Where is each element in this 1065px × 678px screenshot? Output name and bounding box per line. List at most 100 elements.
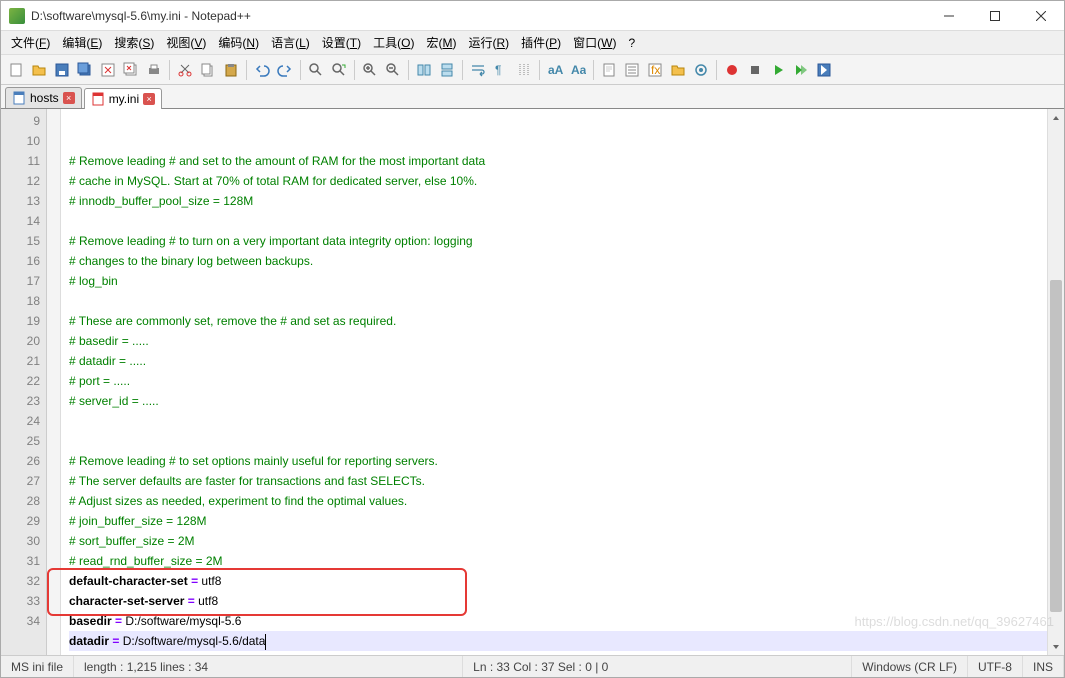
menu-settings[interactable]: 设置(T) — [316, 31, 367, 54]
window-title: D:\software\mysql-5.6\my.ini - Notepad++ — [31, 9, 926, 23]
redo-icon[interactable] — [274, 59, 296, 81]
code-area[interactable]: # Remove leading # and set to the amount… — [61, 109, 1047, 655]
code-line-33[interactable]: datadir = D:/software/mysql-5.6/data — [69, 631, 1047, 651]
zoom-in-icon[interactable] — [359, 59, 381, 81]
code-line-18[interactable]: # basedir = ..... — [69, 331, 1047, 351]
tab-close-icon[interactable]: × — [143, 93, 155, 105]
doc-map-icon[interactable] — [598, 59, 620, 81]
menu-file[interactable]: 文件(F) — [5, 31, 56, 54]
menu-language[interactable]: 语言(L) — [265, 31, 316, 54]
menu-bar: 文件(F)编辑(E)搜索(S)视图(V)编码(N)语言(L)设置(T)工具(O)… — [1, 31, 1064, 55]
paste-icon[interactable] — [220, 59, 242, 81]
menu-window2[interactable]: 窗口(W) — [567, 31, 622, 54]
zoom-out-icon[interactable] — [382, 59, 404, 81]
scroll-thumb[interactable] — [1050, 280, 1062, 613]
code-line-17[interactable]: # These are commonly set, remove the # a… — [69, 311, 1047, 331]
record-icon[interactable] — [721, 59, 743, 81]
code-line-20[interactable]: # port = ..... — [69, 371, 1047, 391]
code-line-29[interactable]: # read_rnd_buffer_size = 2M — [69, 551, 1047, 571]
code-line-19[interactable]: # datadir = ..... — [69, 351, 1047, 371]
save-macro-icon[interactable] — [813, 59, 835, 81]
code-line-23[interactable] — [69, 431, 1047, 451]
menu-encoding[interactable]: 编码(N) — [212, 31, 265, 54]
fold-column[interactable] — [47, 109, 61, 655]
code-line-16[interactable] — [69, 291, 1047, 311]
ucase-icon[interactable]: aA — [544, 59, 566, 81]
close-file-icon[interactable] — [97, 59, 119, 81]
scroll-up-button[interactable] — [1048, 109, 1064, 126]
menu-tools[interactable]: 工具(O) — [367, 31, 420, 54]
menu-macro[interactable]: 宏(M) — [420, 31, 462, 54]
whitespace-icon[interactable]: ¶ — [490, 59, 512, 81]
svg-text:aA: aA — [548, 63, 563, 77]
undo-icon[interactable] — [251, 59, 273, 81]
replace-icon[interactable] — [328, 59, 350, 81]
print-icon[interactable] — [143, 59, 165, 81]
doc-list-icon[interactable] — [621, 59, 643, 81]
save-icon[interactable] — [51, 59, 73, 81]
file-icon — [91, 92, 105, 106]
tab-label: my.ini — [109, 92, 139, 106]
tab-bar: hosts× my.ini × — [1, 85, 1064, 109]
monitor-icon[interactable] — [690, 59, 712, 81]
code-line-13[interactable]: # Remove leading # to turn on a very imp… — [69, 231, 1047, 251]
menu-search[interactable]: 搜索(S) — [108, 31, 160, 54]
code-line-28[interactable]: # sort_buffer_size = 2M — [69, 531, 1047, 551]
find-icon[interactable] — [305, 59, 327, 81]
scroll-down-button[interactable] — [1048, 638, 1064, 655]
menu-view[interactable]: 视图(V) — [160, 31, 212, 54]
wordwrap-icon[interactable] — [467, 59, 489, 81]
play-multi-icon[interactable] — [790, 59, 812, 81]
sync-v-icon[interactable] — [413, 59, 435, 81]
code-line-31[interactable]: character-set-server = utf8 — [69, 591, 1047, 611]
code-line-14[interactable]: # changes to the binary log between back… — [69, 251, 1047, 271]
code-line-15[interactable]: # log_bin — [69, 271, 1047, 291]
vertical-scrollbar[interactable] — [1047, 109, 1064, 655]
editor-area: 9101112131415161718192021222324252627282… — [1, 109, 1064, 655]
play-icon[interactable] — [767, 59, 789, 81]
lcase-icon[interactable]: Aa — [567, 59, 589, 81]
code-line-9[interactable]: # Remove leading # and set to the amount… — [69, 151, 1047, 171]
tab-hosts[interactable]: hosts× — [5, 87, 82, 108]
new-file-icon[interactable] — [5, 59, 27, 81]
svg-text:Aa: Aa — [571, 63, 586, 77]
menu-run[interactable]: 运行(R) — [462, 31, 515, 54]
code-line-25[interactable]: # The server defaults are faster for tra… — [69, 471, 1047, 491]
code-line-30[interactable]: default-character-set = utf8 — [69, 571, 1047, 591]
toolbar: ¶ aA Aa fx — [1, 55, 1064, 85]
code-line-21[interactable]: # server_id = ..... — [69, 391, 1047, 411]
func-list-icon[interactable]: fx — [644, 59, 666, 81]
cut-icon[interactable] — [174, 59, 196, 81]
status-encoding[interactable]: UTF-8 — [968, 656, 1023, 677]
menu-plugins[interactable]: 插件(P) — [515, 31, 567, 54]
indent-guide-icon[interactable] — [513, 59, 535, 81]
sync-h-icon[interactable] — [436, 59, 458, 81]
maximize-button[interactable] — [972, 1, 1018, 31]
stop-icon[interactable] — [744, 59, 766, 81]
save-all-icon[interactable] — [74, 59, 96, 81]
code-line-34[interactable] — [69, 651, 1047, 655]
minimize-button[interactable] — [926, 1, 972, 31]
status-eol[interactable]: Windows (CR LF) — [852, 656, 968, 677]
title-bar: D:\software\mysql-5.6\my.ini - Notepad++ — [1, 1, 1064, 31]
code-line-24[interactable]: # Remove leading # to set options mainly… — [69, 451, 1047, 471]
menu-help[interactable]: ? — [622, 33, 641, 53]
code-line-26[interactable]: # Adjust sizes as needed, experiment to … — [69, 491, 1047, 511]
code-line-27[interactable]: # join_buffer_size = 128M — [69, 511, 1047, 531]
code-line-32[interactable]: basedir = D:/software/mysql-5.6 — [69, 611, 1047, 631]
close-all-icon[interactable] — [120, 59, 142, 81]
folder-panel-icon[interactable] — [667, 59, 689, 81]
menu-edit[interactable]: 编辑(E) — [56, 31, 108, 54]
code-line-10[interactable]: # cache in MySQL. Start at 70% of total … — [69, 171, 1047, 191]
close-button[interactable] — [1018, 1, 1064, 31]
code-line-11[interactable]: # innodb_buffer_pool_size = 128M — [69, 191, 1047, 211]
tab-my-ini[interactable]: my.ini × — [84, 88, 162, 109]
tab-close-icon[interactable]: × — [63, 92, 75, 104]
code-line-12[interactable] — [69, 211, 1047, 231]
copy-icon[interactable] — [197, 59, 219, 81]
open-file-icon[interactable] — [28, 59, 50, 81]
code-line-22[interactable] — [69, 411, 1047, 431]
status-insert-mode[interactable]: INS — [1023, 656, 1064, 677]
line-number-gutter[interactable]: 9101112131415161718192021222324252627282… — [1, 109, 47, 655]
status-filetype: MS ini file — [1, 656, 74, 677]
